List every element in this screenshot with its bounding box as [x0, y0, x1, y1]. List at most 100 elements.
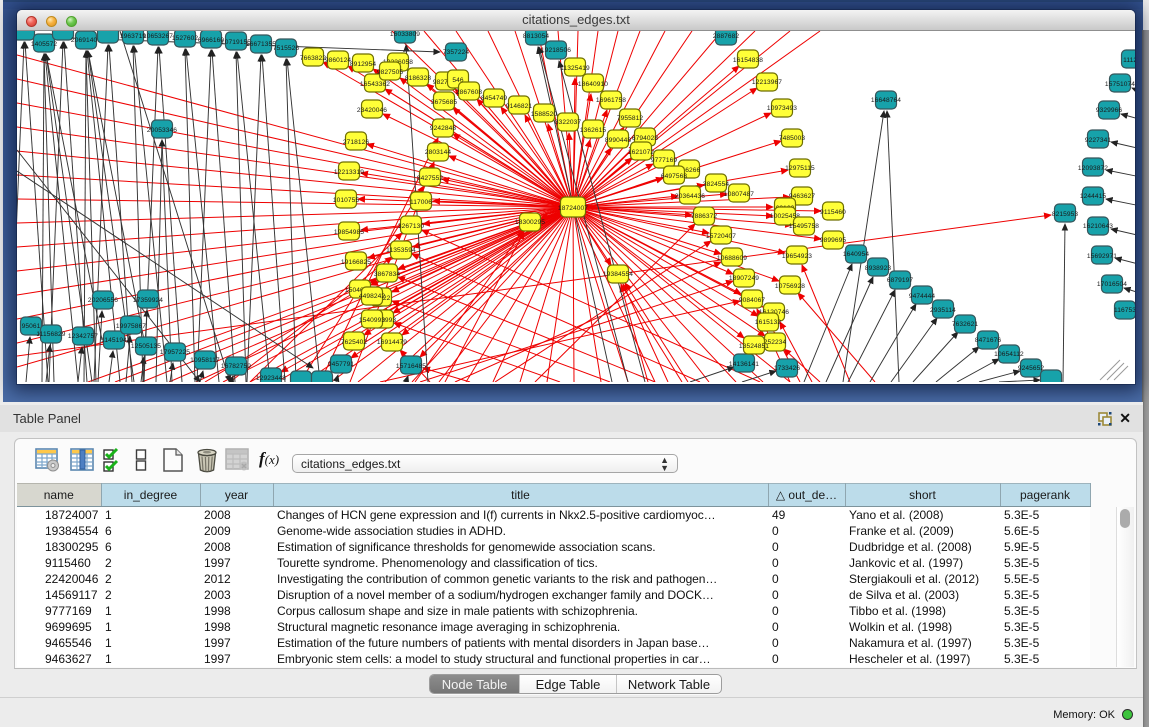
svg-text:6794028: 6794028	[632, 135, 659, 142]
svg-text:9457791: 9457791	[328, 361, 355, 368]
svg-text:9827505: 9827505	[377, 69, 404, 76]
svg-text:1362615: 1362615	[580, 127, 607, 134]
svg-text:9474444: 9474444	[909, 293, 936, 300]
svg-text:12093872: 12093872	[1078, 165, 1108, 172]
svg-text:16648764: 16648764	[871, 97, 901, 104]
svg-text:10807487: 10807487	[724, 191, 754, 198]
svg-text:1405572: 1405572	[31, 41, 58, 48]
svg-text:12213319: 12213319	[334, 169, 364, 176]
svg-text:19384554: 19384554	[603, 271, 633, 278]
svg-text:16210643: 16210643	[1083, 223, 1113, 230]
svg-text:10688609: 10688609	[717, 255, 747, 262]
svg-text:6497568: 6497568	[661, 173, 688, 180]
svg-text:1244415: 1244415	[1080, 193, 1107, 200]
svg-text:9146821: 9146821	[506, 103, 533, 110]
svg-text:16782759: 16782759	[221, 363, 251, 370]
svg-text:3675685: 3675685	[431, 99, 458, 106]
svg-text:15716485: 15716485	[396, 363, 426, 370]
svg-text:12342757: 12342757	[68, 333, 98, 340]
svg-text:1145194: 1145194	[101, 337, 127, 344]
svg-text:19975867: 19975867	[116, 323, 146, 330]
svg-text:2718126: 2718126	[343, 139, 370, 146]
svg-text:3267130: 3267130	[398, 223, 425, 230]
svg-text:2803144: 2803144	[425, 149, 452, 156]
svg-text:19166825: 19166825	[341, 259, 371, 266]
svg-text:9242848: 9242848	[430, 125, 457, 132]
svg-text:1588520: 1588520	[531, 111, 558, 118]
svg-text:116753: 116753	[1114, 307, 1135, 314]
svg-text:11156829: 11156829	[36, 331, 65, 338]
svg-text:15720407: 15720407	[706, 233, 736, 240]
svg-text:8912954: 8912954	[350, 61, 377, 68]
svg-text:11125: 11125	[1123, 57, 1135, 64]
svg-text:15495758: 15495758	[789, 223, 819, 230]
svg-text:8990448: 8990448	[605, 137, 632, 144]
svg-text:9227341: 9227341	[1085, 137, 1112, 144]
svg-text:7357224: 7357224	[443, 49, 470, 56]
svg-text:8454749: 8454749	[481, 95, 508, 102]
svg-text:18907249: 18907249	[729, 275, 759, 282]
svg-text:12923448: 12923448	[256, 375, 286, 382]
svg-text:7625402: 7625402	[341, 339, 368, 346]
svg-text:1527602: 1527602	[172, 35, 199, 42]
svg-text:11353594: 11353594	[386, 247, 416, 254]
svg-text:23420046: 23420046	[357, 107, 387, 114]
svg-text:7955812: 7955812	[617, 115, 644, 122]
svg-text:12505135: 12505135	[131, 343, 161, 350]
svg-text:17016504: 17016504	[1097, 281, 1127, 288]
svg-text:8186328: 8186328	[405, 75, 432, 82]
svg-text:95061: 95061	[22, 323, 41, 330]
svg-text:16154838: 16154838	[733, 57, 763, 64]
svg-text:20053346: 20053346	[147, 127, 177, 134]
svg-text:14136141: 14136141	[729, 361, 759, 368]
svg-text:17957225: 17957225	[160, 349, 190, 356]
svg-text:7663822: 7663822	[300, 55, 327, 62]
svg-text:1540993: 1540993	[359, 317, 386, 324]
svg-text:18300295: 18300295	[515, 219, 545, 226]
svg-text:1615132: 1615132	[755, 319, 782, 326]
svg-text:15751074: 15751074	[1105, 81, 1135, 88]
svg-text:8938923: 8938923	[865, 265, 892, 272]
svg-text:7632621: 7632621	[952, 321, 979, 328]
svg-text:20691406: 20691406	[71, 37, 101, 44]
svg-text:16961758: 16961758	[596, 97, 626, 104]
svg-text:8322037: 8322037	[555, 119, 582, 126]
svg-text:10653267: 10653267	[143, 33, 173, 40]
svg-text:9245652: 9245652	[1018, 365, 1045, 372]
svg-text:16033809: 16033809	[390, 31, 420, 38]
svg-text:7886372: 7886372	[691, 213, 718, 220]
svg-text:16543362: 16543362	[360, 81, 390, 88]
svg-text:10958117: 10958117	[190, 357, 220, 364]
svg-text:9899695: 9899695	[820, 237, 847, 244]
svg-text:10654112: 10654112	[994, 351, 1024, 358]
svg-text:6879197: 6879197	[887, 277, 914, 284]
svg-text:16914479: 16914479	[377, 339, 407, 346]
svg-text:4498242: 4498242	[359, 293, 386, 300]
svg-text:7485003: 7485003	[779, 135, 806, 142]
svg-text:7515526: 7515526	[273, 45, 300, 52]
svg-text:2867608: 2867608	[456, 89, 483, 96]
svg-text:1640954: 1640954	[843, 251, 870, 258]
svg-text:20206556: 20206556	[88, 297, 118, 304]
svg-text:9860124: 9860124	[325, 57, 352, 64]
svg-text:8813054: 8813054	[523, 33, 550, 40]
svg-text:3867834: 3867834	[374, 271, 401, 278]
svg-text:10973493: 10973493	[767, 105, 797, 112]
svg-text:20364436: 20364436	[675, 193, 705, 200]
svg-text:12213967: 12213967	[752, 79, 782, 86]
svg-text:12975115: 12975115	[785, 165, 815, 172]
svg-text:10756928: 10756928	[775, 283, 805, 290]
svg-text:13524851: 13524851	[739, 343, 769, 350]
svg-text:9084067: 9084067	[739, 297, 766, 304]
svg-text:8427552: 8427552	[417, 175, 444, 182]
svg-text:16671355: 16671355	[246, 41, 276, 48]
svg-text:8215953: 8215953	[1052, 211, 1079, 218]
svg-text:18724007: 18724007	[558, 205, 588, 212]
svg-text:1010755: 1010755	[333, 197, 360, 204]
svg-text:9777169: 9777169	[651, 157, 678, 164]
svg-text:2887682: 2887682	[713, 33, 740, 40]
svg-text:1733426: 1733426	[774, 365, 801, 372]
svg-text:19854985: 19854985	[334, 229, 364, 236]
svg-text:11325419: 11325419	[560, 65, 590, 72]
svg-text:18640910: 18640910	[578, 81, 608, 88]
